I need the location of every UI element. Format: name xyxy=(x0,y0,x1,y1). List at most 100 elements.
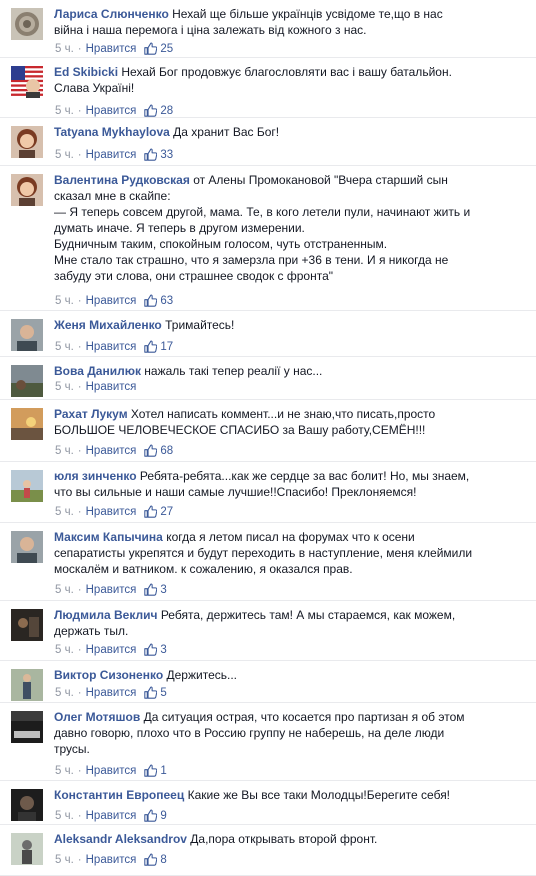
comment-timestamp[interactable]: 5 ч. xyxy=(55,105,74,117)
like-count-link[interactable]: 17 xyxy=(144,340,174,353)
comment-meta: 5 ч. · Нравится 33 xyxy=(55,147,173,163)
man-standing-avatar[interactable] xyxy=(11,669,43,701)
like-count: 9 xyxy=(160,810,167,822)
comment-feed: Лариса Слюнченко Нехай ще більше українц… xyxy=(0,0,536,876)
comment-author-link[interactable]: Олег Мотяшов xyxy=(54,710,140,724)
comment-meta: 5 ч. · Нравится 8 xyxy=(55,852,167,868)
comment-item: Рахат Лукум Хотел написать коммент...и н… xyxy=(0,400,536,462)
thumbs-up-icon xyxy=(144,686,158,704)
comment-item: Людмила Веклич Ребята, держитесь там! А … xyxy=(0,601,536,661)
war-poster-avatar[interactable] xyxy=(11,711,43,743)
comment-author-link[interactable]: Aleksandr Aleksandrov xyxy=(54,832,187,846)
comment-body: Рахат Лукум Хотел написать коммент...и н… xyxy=(54,406,522,438)
comment-author-link[interactable]: Лариса Слюнченко xyxy=(54,7,169,21)
us-flag-avatar[interactable] xyxy=(11,66,43,98)
comment-timestamp[interactable]: 5 ч. xyxy=(55,506,74,518)
comment-meta: 5 ч. · Нравится 9 xyxy=(55,808,167,824)
separator-dot: · xyxy=(77,149,82,161)
like-button[interactable]: Нравится xyxy=(86,584,137,596)
like-button[interactable]: Нравится xyxy=(86,381,137,393)
like-button[interactable]: Нравится xyxy=(86,105,137,117)
like-count-link[interactable]: 25 xyxy=(144,42,174,55)
comment-item: Максим Капычина когда я летом писал на ф… xyxy=(0,523,536,601)
like-count-link[interactable]: 9 xyxy=(144,809,167,822)
comment-author-link[interactable]: юля зинченко xyxy=(54,469,137,483)
comment-body: Лариса Слюнченко Нехай ще більше українц… xyxy=(54,6,522,38)
comment-timestamp[interactable]: 5 ч. xyxy=(55,584,74,596)
comment-author-link[interactable]: Максим Капычина xyxy=(54,530,163,544)
comment-meta: 5 ч. · Нравится 3 xyxy=(55,582,167,598)
like-button[interactable]: Нравится xyxy=(86,506,137,518)
comment-author-link[interactable]: Константин Европеец xyxy=(54,788,184,802)
comment-body: Вова Данилюк нажаль такі тепер реалії у … xyxy=(54,363,522,379)
comment-timestamp[interactable]: 5 ч. xyxy=(55,381,74,393)
comment-item: Aleksandr Aleksandrov Да,пора открывать … xyxy=(0,825,536,876)
comment-author-link[interactable]: Людмила Веклич xyxy=(54,608,157,622)
comment-author-link[interactable]: Tatyana Mykhaylova xyxy=(54,125,170,139)
like-button[interactable]: Нравится xyxy=(86,445,137,457)
like-count-link[interactable]: 3 xyxy=(144,643,167,656)
comment-timestamp[interactable]: 5 ч. xyxy=(55,445,74,457)
like-count-link[interactable]: 68 xyxy=(144,444,173,457)
sunset-avatar[interactable] xyxy=(11,408,43,440)
woman-portrait-avatar[interactable] xyxy=(11,126,43,158)
like-count-link[interactable]: 33 xyxy=(144,148,173,161)
like-button[interactable]: Нравится xyxy=(86,43,137,55)
like-count-link[interactable]: 5 xyxy=(144,686,167,699)
figure-avatar[interactable] xyxy=(11,833,43,865)
separator-dot: · xyxy=(77,295,82,307)
comment-text: нажаль такі тепер реалії у нас... xyxy=(144,364,323,378)
like-button[interactable]: Нравится xyxy=(86,295,137,307)
comment-text: Тримайтесь! xyxy=(165,318,235,332)
comment-body: Ed Skibicki Нехай Бог продовжує благосло… xyxy=(54,64,522,96)
comment-author-link[interactable]: Валентина Рудковская xyxy=(54,173,190,187)
like-count-link[interactable]: 1 xyxy=(144,764,167,777)
like-button[interactable]: Нравится xyxy=(86,810,137,822)
comment-timestamp[interactable]: 5 ч. xyxy=(55,43,74,55)
like-button[interactable]: Нравится xyxy=(86,687,137,699)
comment-timestamp[interactable]: 5 ч. xyxy=(55,149,74,161)
like-count-link[interactable]: 63 xyxy=(144,294,173,307)
like-count-link[interactable]: 8 xyxy=(144,853,167,866)
comment-author-link[interactable]: Женя Михайленко xyxy=(54,318,162,332)
like-count: 25 xyxy=(160,43,174,55)
like-button[interactable]: Нравится xyxy=(86,149,137,161)
like-button[interactable]: Нравится xyxy=(86,341,137,353)
comment-author-link[interactable]: Вова Данилюк xyxy=(54,364,141,378)
comment-author-link[interactable]: Виктор Сизоненко xyxy=(54,668,163,682)
comment-item: Валентина Рудковская от Алены Промоканов… xyxy=(0,166,536,311)
thumbs-up-icon xyxy=(144,340,158,358)
like-count-link[interactable]: 3 xyxy=(144,583,167,596)
like-count: 17 xyxy=(160,341,174,353)
comment-item: Вова Данилюк нажаль такі тепер реалії у … xyxy=(0,357,536,400)
landscape-avatar[interactable] xyxy=(11,365,43,397)
separator-dot: · xyxy=(77,445,82,457)
man-portrait-avatar[interactable] xyxy=(11,531,43,563)
like-button[interactable]: Нравится xyxy=(86,765,137,777)
comment-timestamp[interactable]: 5 ч. xyxy=(55,295,74,307)
comment-text: Держитесь... xyxy=(166,668,238,682)
like-button[interactable]: Нравится xyxy=(86,644,137,656)
comment-item: Ed Skibicki Нехай Бог продовжує благосло… xyxy=(0,58,536,118)
comment-timestamp[interactable]: 5 ч. xyxy=(55,765,74,777)
comment-timestamp[interactable]: 5 ч. xyxy=(55,341,74,353)
comment-body: Людмила Веклич Ребята, держитесь там! А … xyxy=(54,607,522,639)
comment-timestamp[interactable]: 5 ч. xyxy=(55,644,74,656)
like-count-link[interactable]: 27 xyxy=(144,505,173,518)
comment-body: Максим Капычина когда я летом писал на ф… xyxy=(54,529,522,577)
comment-author-link[interactable]: Рахат Лукум xyxy=(54,407,128,421)
like-count-link[interactable]: 28 xyxy=(144,104,173,117)
woman-portrait-avatar[interactable] xyxy=(11,174,43,206)
ornament-avatar[interactable] xyxy=(11,8,43,40)
like-button[interactable]: Нравится xyxy=(86,854,137,866)
comment-body: Олег Мотяшов Да ситуация острая, что кос… xyxy=(54,709,522,757)
outdoor-avatar[interactable] xyxy=(11,470,43,502)
comment-timestamp[interactable]: 5 ч. xyxy=(55,854,74,866)
comment-timestamp[interactable]: 5 ч. xyxy=(55,810,74,822)
comment-timestamp[interactable]: 5 ч. xyxy=(55,687,74,699)
dark-portrait-avatar[interactable] xyxy=(11,789,43,821)
comment-author-link[interactable]: Ed Skibicki xyxy=(54,65,118,79)
comment-meta: 5 ч. · Нравится 3 xyxy=(55,642,167,658)
dark-scene-avatar[interactable] xyxy=(11,609,43,641)
man-portrait-avatar[interactable] xyxy=(11,319,43,351)
